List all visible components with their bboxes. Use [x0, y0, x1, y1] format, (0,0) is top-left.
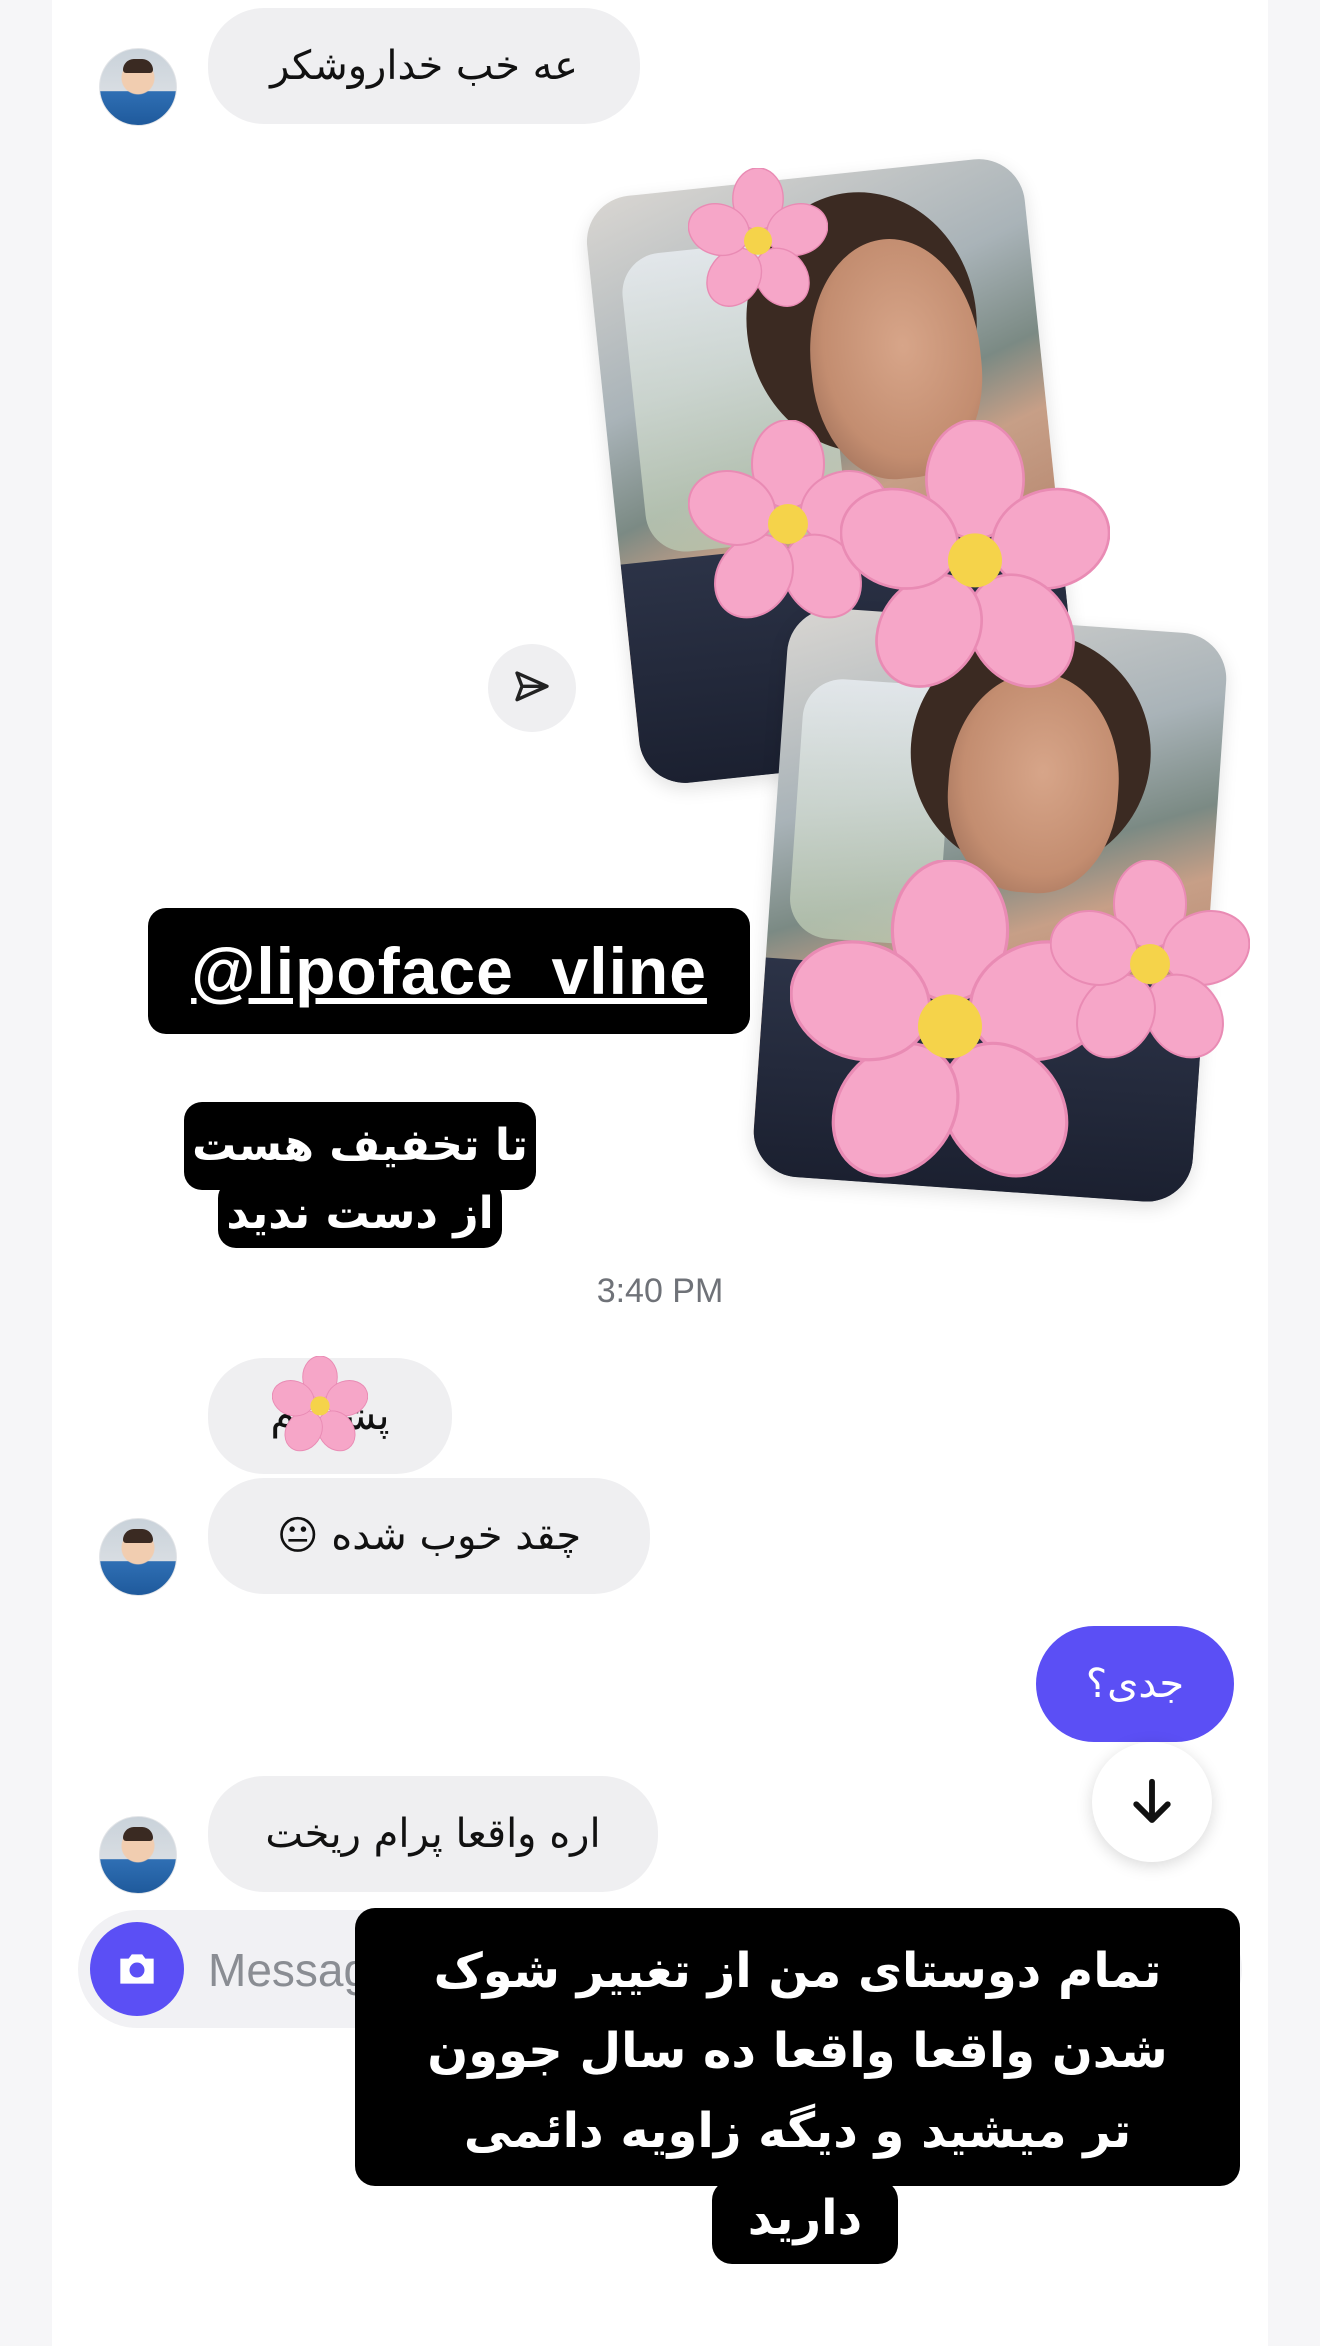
incoming-message[interactable]: عه خب خداروشکر — [208, 8, 640, 124]
handle-sticker[interactable]: @lipoface_vline — [148, 908, 750, 1034]
cherry-blossom-sticker — [688, 168, 828, 307]
camera-button[interactable] — [90, 1922, 184, 2016]
camera-icon — [120, 1954, 154, 1984]
discount-text-1: تا تخفیف هست — [192, 1120, 528, 1171]
discount-sticker-line2: از دست ندید — [218, 1180, 502, 1248]
incoming-message[interactable]: اره واقعا پرام ریخت — [208, 1776, 658, 1892]
left-gutter — [0, 0, 52, 2346]
testimonial-line-2: شدن واقعا واقعا ده سال جوون — [427, 2023, 1168, 2079]
share-button[interactable] — [488, 644, 576, 732]
testimonial-line-3: تر میشید و دیگه زاویه دائمی — [463, 2103, 1132, 2159]
contact-avatar[interactable] — [99, 1518, 177, 1596]
paper-plane-icon — [515, 671, 549, 702]
message-text: عه خب خداروشکر — [270, 43, 578, 89]
contact-avatar[interactable] — [99, 1816, 177, 1894]
handle-text: @lipoface_vline — [191, 934, 707, 1008]
right-gutter — [1268, 0, 1320, 2346]
testimonial-line-1: تمام دوستای من از تغییر شوک — [433, 1943, 1162, 1999]
timestamp: 3:40 PM — [596, 1272, 724, 1310]
outgoing-message[interactable]: جدی؟ — [1036, 1626, 1234, 1742]
testimonial-line-4: دارید — [712, 2180, 898, 2264]
message-text: چقد خوب شده 😐 — [276, 1513, 582, 1559]
discount-sticker-line1: تا تخفیف هست — [184, 1102, 536, 1190]
contact-avatar[interactable] — [99, 48, 177, 126]
arrow-down-icon — [1133, 1778, 1171, 1823]
message-text: جدی؟ — [1085, 1661, 1185, 1707]
discount-text-2: از دست ندید — [226, 1188, 494, 1239]
incoming-message[interactable]: چقد خوب شده 😐 — [208, 1478, 650, 1594]
message-text: اره واقعا پرام ریخت — [265, 1811, 601, 1857]
cherry-blossom-sticker — [840, 420, 1110, 688]
scroll-to-bottom-button[interactable] — [1092, 1742, 1212, 1862]
cherry-blossom-emoji — [272, 1356, 368, 1452]
cherry-blossom-sticker — [1050, 860, 1250, 1059]
